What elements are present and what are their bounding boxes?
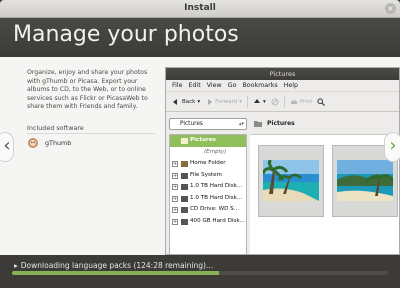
tree-row[interactable]: +1.0 TB Hard Disk...: [170, 193, 246, 205]
expander-icon[interactable]: +: [172, 172, 178, 179]
divider: [27, 133, 155, 134]
menu-file: File: [172, 82, 183, 89]
tree-row[interactable]: + Home Folder: [170, 158, 246, 170]
tree-row[interactable]: (Empty): [170, 147, 246, 159]
location-selector: Pictures ▴▾: [169, 118, 247, 130]
location-value: Pictures: [180, 121, 203, 127]
tree-row-label: File System: [190, 171, 222, 178]
gthumb-sidebar: Pictures ▴▾ Pictures (Empty) + Home Folder +…: [166, 113, 248, 254]
tree-row-label: (Empty): [204, 148, 227, 155]
drive-icon: [181, 184, 188, 190]
back-arrow-icon: [173, 98, 177, 105]
progress-bar: [12, 271, 388, 275]
menu-bookmarks: Bookmarks: [242, 82, 278, 89]
drive-icon: [181, 195, 188, 202]
gthumb-toolbar: Back ▾ Forward ▾ ▾ Print: [166, 92, 399, 112]
status-text: Downloading language packs (124:28 remai…: [20, 261, 214, 270]
gthumb-menubar: File Edit View Go Bookmarks Help: [166, 80, 399, 92]
tree-row-label: Pictures: [190, 137, 216, 143]
tree-row[interactable]: +400 GB Hard Disk...: [170, 216, 246, 228]
up-arrow-icon: [254, 98, 261, 103]
tree-row-label: 400 GB Hard Disk...: [190, 217, 245, 224]
slide-description: Organize, enjoy and share your photos wi…: [27, 69, 148, 111]
close-button[interactable]: ×: [385, 3, 396, 14]
gthumb-icon: [28, 138, 38, 148]
chevron-down-icon: ▾: [197, 98, 201, 105]
print-tool: Print: [290, 98, 313, 106]
drive-icon: [181, 218, 188, 225]
up-tool: ▾: [253, 98, 266, 106]
gthumb-body: Pictures ▴▾ Pictures (Empty) + Home Folder +…: [166, 113, 399, 254]
back-tool: Back ▾: [172, 98, 200, 106]
gthumb-window-title: Pictures: [166, 68, 399, 80]
tree-row[interactable]: Pictures: [170, 135, 246, 147]
expander-icon[interactable]: +: [172, 207, 178, 213]
tree-row-label: 1.0 TB Hard Disk...: [190, 183, 243, 189]
search-icon: [317, 97, 326, 106]
cd-icon: [181, 207, 188, 213]
software-name: gThumb: [45, 139, 72, 147]
menu-help: Help: [283, 82, 298, 89]
chevron-down-icon: ▾: [263, 98, 266, 105]
menu-view: View: [206, 82, 222, 89]
expander-icon[interactable]: +: [172, 195, 178, 202]
island-photo: [337, 160, 393, 201]
print-label: Print: [299, 98, 313, 105]
chevron-updown-icon: ▴▾: [238, 121, 244, 127]
gthumb-screenshot: Pictures File Edit View Go Bookmarks Hel…: [165, 67, 400, 255]
forward-label: Forward: [215, 98, 238, 105]
beach-photo: [263, 160, 319, 201]
progress-fill: [12, 271, 219, 275]
forward-tool: Forward ▾: [205, 98, 242, 106]
slideshow-panel: Organize, enjoy and share your photos wi…: [0, 57, 400, 255]
toolbar-separator: [247, 95, 249, 108]
stop-icon: [271, 98, 279, 105]
slide-title: Manage your photos: [13, 22, 239, 47]
play-icon: ▸: [14, 261, 18, 270]
breadcrumb: Pictures: [254, 120, 295, 127]
tree-row[interactable]: + CD Drive: WD S...: [170, 204, 246, 216]
next-slide-button[interactable]: ›: [384, 132, 400, 162]
folder-icon: [181, 138, 188, 144]
status-message: ▸ Downloading language packs (124:28 rem…: [14, 261, 213, 270]
chevron-down-icon: ▾: [239, 98, 243, 105]
gthumb-browser: Pictures: [250, 113, 399, 254]
breadcrumb-label: Pictures: [267, 120, 295, 127]
previous-slide-button[interactable]: ‹: [0, 132, 14, 162]
forward-arrow-icon: [208, 98, 213, 105]
tree-row[interactable]: + File System: [170, 170, 246, 182]
included-software-heading: Included software: [27, 124, 84, 132]
expander-icon[interactable]: +: [172, 184, 178, 190]
tree-row[interactable]: +1.0 TB Hard Disk...: [170, 181, 246, 193]
window-title: Install: [184, 3, 216, 13]
menu-go: Go: [227, 82, 237, 89]
expander-icon[interactable]: +: [172, 218, 178, 225]
printer-icon: [290, 98, 297, 104]
toolbar-separator: [283, 95, 285, 108]
slide-header: Manage your photos: [0, 18, 400, 57]
tree-row-label: 1.0 TB Hard Disk...: [190, 194, 243, 201]
folder-tree: Pictures (Empty) + Home Folder + File System +…: [169, 134, 247, 254]
tree-row-label: CD Drive: WD S...: [190, 206, 240, 212]
menu-edit: Edit: [188, 82, 201, 89]
thumbnail-grid: [250, 134, 399, 254]
drive-icon: [181, 172, 188, 179]
window-titlebar: Install ×: [0, 0, 400, 18]
software-item: gThumb: [27, 137, 71, 149]
home-icon: [181, 161, 188, 167]
tree-row-label: Home Folder: [190, 160, 226, 166]
install-statusbar: ▸ Downloading language packs (124:28 rem…: [0, 255, 400, 288]
back-label: Back: [182, 98, 196, 105]
folder-icon: [254, 121, 262, 127]
photo-thumbnail: [258, 145, 324, 217]
expander-icon[interactable]: +: [172, 161, 178, 167]
